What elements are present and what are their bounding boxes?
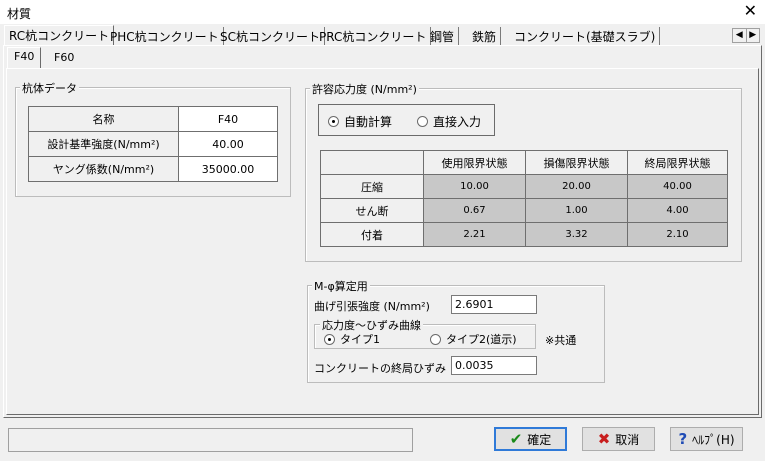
common-note: ※共通 — [545, 334, 577, 347]
ultimate-strain-input[interactable]: 0.0035 — [451, 356, 537, 375]
x-icon: ✖ — [597, 430, 611, 448]
radio-type2[interactable]: タイプ2(道示) — [430, 331, 517, 347]
ultimate-strain-label: コンクリートの終局ひずみ — [314, 362, 446, 375]
stress-cell: 0.67 — [423, 198, 526, 223]
tensile-strength-label: 曲げ引張強度 (N/mm²) — [314, 300, 430, 313]
stress-corner-cell — [320, 150, 424, 175]
stress-row-bond: 付着 — [320, 222, 424, 247]
check-icon: ✔ — [509, 430, 523, 448]
pile-data-label: 杭体データ — [20, 80, 79, 96]
cancel-button-label: 取消 — [615, 432, 640, 447]
stress-cell: 20.00 — [525, 174, 628, 199]
ok-button[interactable]: ✔ 確定 — [494, 427, 567, 451]
window-title: 材質 — [7, 7, 32, 21]
radio-type1[interactable]: タイプ1 — [324, 331, 380, 347]
stress-col-damage: 損傷限界状態 — [525, 150, 628, 175]
help-button[interactable]: ? ﾍﾙﾌﾟ(H) — [670, 427, 743, 451]
tab-prc-concrete[interactable]: PRC杭コンクリート — [315, 27, 432, 45]
radio-auto-calc-label: 自動計算 — [344, 115, 393, 129]
allowable-stress-table: 使用限界状態 損傷限界状態 終局限界状態 圧縮 10.00 20.00 40.0… — [320, 150, 728, 247]
pile-row-young-label: ヤング係数(N/mm²) — [28, 156, 179, 182]
stress-cell: 3.32 — [525, 222, 628, 247]
radio-auto-calc-dot[interactable] — [328, 116, 339, 127]
radio-type1-dot[interactable] — [324, 333, 335, 345]
tab-scroll-buttons: ◀ ▶ — [732, 28, 760, 43]
stress-cell: 4.00 — [627, 198, 728, 223]
pile-row-strength-value[interactable]: 40.00 — [178, 131, 278, 157]
radio-direct-input-dot[interactable] — [417, 116, 428, 127]
close-icon[interactable]: ✕ — [744, 2, 757, 20]
radio-type2-dot[interactable] — [430, 333, 441, 345]
pile-row-name-label: 名称 — [28, 106, 179, 132]
radio-type1-label: タイプ1 — [340, 333, 380, 346]
tab-steel-pipe[interactable]: 鋼管 — [426, 27, 460, 45]
tab-scroll-left-icon[interactable]: ◀ — [733, 29, 746, 42]
radio-auto-calc[interactable]: 自動計算 — [328, 113, 392, 130]
cancel-button[interactable]: ✖ 取消 — [582, 427, 655, 451]
subtab-f60[interactable]: F60 — [48, 49, 80, 67]
tab-scroll-right-icon[interactable]: ▶ — [745, 29, 760, 42]
subtab-f40[interactable]: F40 — [7, 47, 42, 69]
stress-col-service: 使用限界状態 — [423, 150, 526, 175]
tab-rebar[interactable]: 鉄筋 — [468, 27, 502, 45]
pile-data-table: 名称 F40 設計基準強度(N/mm²) 40.00 ヤング係数(N/mm²) … — [28, 106, 278, 182]
help-button-label: ﾍﾙﾌﾟ(H) — [692, 432, 735, 447]
tensile-strength-input[interactable]: 2.6901 — [451, 295, 537, 314]
stress-col-ultimate: 終局限界状態 — [627, 150, 728, 175]
tab-sc-concrete[interactable]: SC杭コンクリート — [216, 27, 325, 45]
stress-cell: 2.10 — [627, 222, 728, 247]
ok-button-label: 確定 — [527, 432, 552, 447]
pile-row-young-value[interactable]: 35000.00 — [178, 156, 278, 182]
stress-cell: 40.00 — [627, 174, 728, 199]
pile-row-name-value[interactable]: F40 — [178, 106, 278, 132]
stress-cell: 1.00 — [525, 198, 628, 223]
pile-row-strength-label: 設計基準強度(N/mm²) — [28, 131, 179, 157]
status-message-box — [8, 428, 413, 452]
question-icon: ? — [678, 430, 688, 448]
tab-concrete-slab[interactable]: コンクリート(基礎スラブ) — [510, 27, 661, 45]
tab-rc-concrete[interactable]: RC杭コンクリート — [4, 25, 115, 46]
radio-direct-input[interactable]: 直接入力 — [417, 113, 481, 130]
stress-cell: 2.21 — [423, 222, 526, 247]
m-phi-label: M-φ算定用 — [312, 278, 370, 294]
title-bar — [0, 0, 765, 24]
stress-cell: 10.00 — [423, 174, 526, 199]
stress-row-compression: 圧縮 — [320, 174, 424, 199]
stress-row-shear: せん断 — [320, 198, 424, 223]
radio-type2-label: タイプ2(道示) — [446, 333, 517, 346]
allowable-stress-label: 許容応力度 (N/mm²) — [310, 81, 419, 97]
tab-phc-concrete[interactable]: PHC杭コンクリート — [106, 27, 224, 45]
radio-direct-input-label: 直接入力 — [433, 115, 482, 129]
